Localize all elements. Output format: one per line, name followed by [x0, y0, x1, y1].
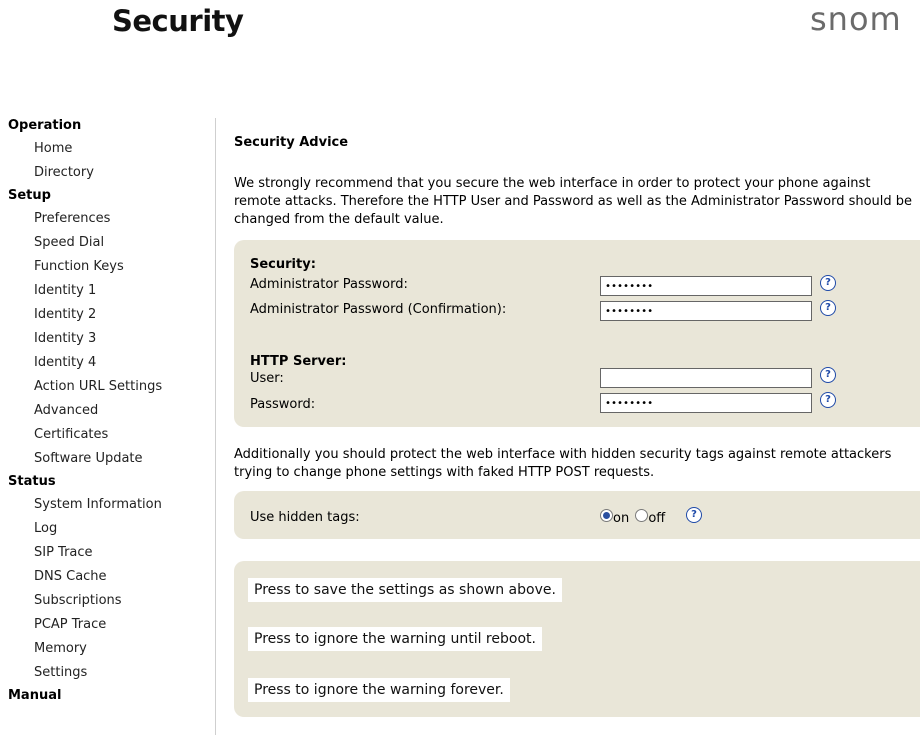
snom-logo: snom	[810, 0, 902, 38]
sidebar-item-directory[interactable]: Directory	[8, 161, 208, 185]
security-section-title: Security:	[250, 257, 316, 272]
sidebar-nav: Operation Home Directory Setup Preferenc…	[8, 115, 208, 707]
sidebar-item-action-url-settings[interactable]: Action URL Settings	[8, 375, 208, 399]
hidden-tags-panel: Use hidden tags: on off ?	[234, 491, 920, 539]
sidebar-item-identity-1[interactable]: Identity 1	[8, 279, 208, 303]
nav-section-manual[interactable]: Manual	[8, 685, 208, 707]
sidebar-item-pcap-trace[interactable]: PCAP Trace	[8, 613, 208, 637]
admin-password-confirm-help-icon[interactable]: ?	[820, 300, 836, 316]
page-title: Security	[112, 4, 244, 38]
hidden-tags-label: Use hidden tags:	[250, 510, 360, 525]
sidebar-item-dns-cache[interactable]: DNS Cache	[8, 565, 208, 589]
ignore-until-reboot-button[interactable]: Press to ignore the warning until reboot…	[248, 627, 542, 651]
admin-password-confirm-field[interactable]	[600, 301, 812, 321]
sidebar-item-speed-dial[interactable]: Speed Dial	[8, 231, 208, 255]
sidebar-item-function-keys[interactable]: Function Keys	[8, 255, 208, 279]
security-advice-heading: Security Advice	[234, 135, 349, 150]
sidebar-item-software-update[interactable]: Software Update	[8, 447, 208, 471]
sidebar-item-sip-trace[interactable]: SIP Trace	[8, 541, 208, 565]
admin-password-help-icon[interactable]: ?	[820, 275, 836, 291]
admin-password-confirm-label: Administrator Password (Confirmation):	[250, 302, 507, 317]
hidden-tags-off-label[interactable]: off	[648, 511, 665, 526]
sidebar-item-subscriptions[interactable]: Subscriptions	[8, 589, 208, 613]
sidebar-item-system-information[interactable]: System Information	[8, 493, 208, 517]
sidebar-item-home[interactable]: Home	[8, 137, 208, 161]
sidebar-item-preferences[interactable]: Preferences	[8, 207, 208, 231]
http-password-help-icon[interactable]: ?	[820, 392, 836, 408]
save-settings-button[interactable]: Press to save the settings as shown abov…	[248, 578, 562, 602]
nav-section-status[interactable]: Status	[8, 471, 208, 493]
sidebar-divider	[215, 118, 216, 735]
http-user-help-icon[interactable]: ?	[820, 367, 836, 383]
sidebar-item-identity-4[interactable]: Identity 4	[8, 351, 208, 375]
hidden-tags-help-icon[interactable]: ?	[686, 507, 702, 523]
http-password-label: Password:	[250, 397, 316, 412]
sidebar-item-log[interactable]: Log	[8, 517, 208, 541]
admin-password-label: Administrator Password:	[250, 277, 408, 292]
sidebar-item-settings[interactable]: Settings	[8, 661, 208, 685]
http-server-section-title: HTTP Server:	[250, 354, 347, 369]
hidden-tags-off-radio[interactable]	[635, 509, 649, 522]
hidden-tags-on-label[interactable]: on	[613, 511, 629, 526]
security-advice-text: We strongly recommend that you secure th…	[234, 176, 913, 227]
security-settings-panel: Security: Administrator Password: ? Admi…	[234, 240, 920, 427]
hidden-tags-advice-text: Additionally you should protect the web …	[234, 447, 892, 480]
sidebar-item-certificates[interactable]: Certificates	[8, 423, 208, 447]
actions-panel: Press to save the settings as shown abov…	[234, 561, 920, 717]
sidebar-item-memory[interactable]: Memory	[8, 637, 208, 661]
admin-password-field[interactable]	[600, 276, 812, 296]
ignore-forever-button[interactable]: Press to ignore the warning forever.	[248, 678, 510, 702]
sidebar-item-identity-3[interactable]: Identity 3	[8, 327, 208, 351]
nav-section-operation[interactable]: Operation	[8, 115, 208, 137]
hidden-tags-radio-group: on off	[600, 509, 665, 526]
sidebar-item-identity-2[interactable]: Identity 2	[8, 303, 208, 327]
http-password-field[interactable]	[600, 393, 812, 413]
http-user-label: User:	[250, 371, 284, 386]
sidebar-item-advanced[interactable]: Advanced	[8, 399, 208, 423]
hidden-tags-on-radio[interactable]	[600, 509, 613, 522]
nav-section-setup[interactable]: Setup	[8, 185, 208, 207]
http-user-field[interactable]	[600, 368, 812, 388]
